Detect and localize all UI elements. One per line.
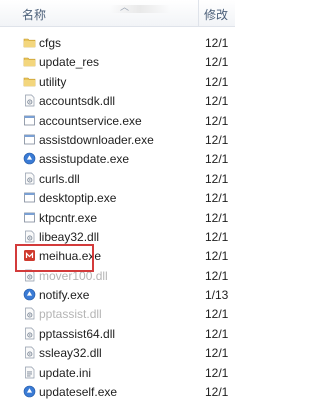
folder-icon [23,55,36,68]
file-date: 12/1 [205,307,229,322]
file-name: updateself.exe [39,385,118,400]
file-row[interactable]: accountservice.exe 12/1 [0,111,235,130]
file-row[interactable]: assistupdate.exe 12/1 [0,149,235,168]
file-row[interactable]: cfgs 12/1 [0,33,235,52]
file-row[interactable]: pptassist64.dll 12/1 [0,324,235,343]
file-date: 12/1 [205,268,229,283]
file-date: 1/13 [205,288,229,303]
dll-file-icon [23,172,36,185]
blue-globe-icon [23,152,36,165]
file-list: cfgs 12/1 update_res 12/1 utility 12/1 account… [0,33,235,401]
file-date: 12/1 [205,385,229,400]
file-row[interactable]: pptassist.dll 12/1 [0,304,235,323]
exe-file-icon [23,191,36,204]
file-name: ktpcntr.exe [39,210,98,225]
file-name: ssleay32.dll [39,346,102,361]
file-name: libeay32.dll [39,229,100,244]
file-name: pptassist.dll [39,307,102,322]
file-name: notify.exe [39,288,90,303]
file-name: assistupdate.exe [39,152,130,167]
column-header: ︿ 名称 修改 [0,0,235,27]
file-date: 12/1 [205,113,229,128]
file-date: 12/1 [205,171,229,186]
file-row[interactable]: update_res 12/1 [0,52,235,71]
file-name: utility [39,74,67,89]
column-name-label[interactable]: 名称 [22,6,46,23]
file-name: cfgs [39,36,62,50]
file-name: update.ini [39,365,92,380]
sort-chevron-icon[interactable]: ︿ [120,0,129,13]
file-date: 12/1 [205,191,229,206]
file-row[interactable]: utility 12/1 [0,72,235,91]
dll-file-icon [23,346,36,359]
file-row[interactable]: accountsdk.dll 12/1 [0,91,235,110]
file-row[interactable]: ssleay32.dll 12/1 [0,343,235,362]
column-separator[interactable] [198,0,199,26]
file-date: 12/1 [205,55,229,70]
dll-file-icon [23,230,36,243]
exe-file-icon [23,211,36,224]
file-name: accountservice.exe [39,113,142,128]
file-name: curls.dll [39,171,80,186]
file-date: 12/1 [205,36,229,50]
file-row[interactable]: update.ini 12/1 [0,363,235,382]
dll-file-icon [23,307,36,320]
file-name: accountsdk.dll [39,94,116,109]
folder-icon [23,75,36,88]
column-date-label[interactable]: 修改 [204,6,228,23]
blue-globe-icon [23,288,36,301]
ini-file-icon [23,366,36,379]
file-row[interactable]: curls.dll 12/1 [0,169,235,188]
exe-file-icon [23,133,36,146]
file-row[interactable]: notify.exe 1/13 [0,285,235,304]
file-name: update_res [39,55,100,70]
blue-globe-icon [23,385,36,398]
file-date: 12/1 [205,152,229,167]
file-date: 12/1 [205,210,229,225]
file-name: pptassist64.dll [39,326,116,341]
file-date: 12/1 [205,132,229,147]
dll-file-icon [23,327,36,340]
dll-file-icon [23,94,36,107]
file-name: assistdownloader.exe [39,132,154,147]
file-row[interactable]: assistdownloader.exe 12/1 [0,130,235,149]
file-date: 12/1 [205,74,229,89]
header-fade [110,5,170,13]
file-row[interactable]: updateself.exe 12/1 [0,382,235,401]
file-row[interactable]: desktoptip.exe 12/1 [0,188,235,207]
file-date: 12/1 [205,249,229,264]
folder-icon [23,36,36,49]
exe-file-icon [23,114,36,127]
file-date: 12/1 [205,365,229,380]
file-row[interactable]: ktpcntr.exe 12/1 [0,208,235,227]
file-date: 12/1 [205,94,229,109]
highlight-box [15,244,94,272]
file-date: 12/1 [205,229,229,244]
file-date: 12/1 [205,326,229,341]
file-date: 12/1 [205,346,229,361]
file-name: desktoptip.exe [39,191,117,206]
